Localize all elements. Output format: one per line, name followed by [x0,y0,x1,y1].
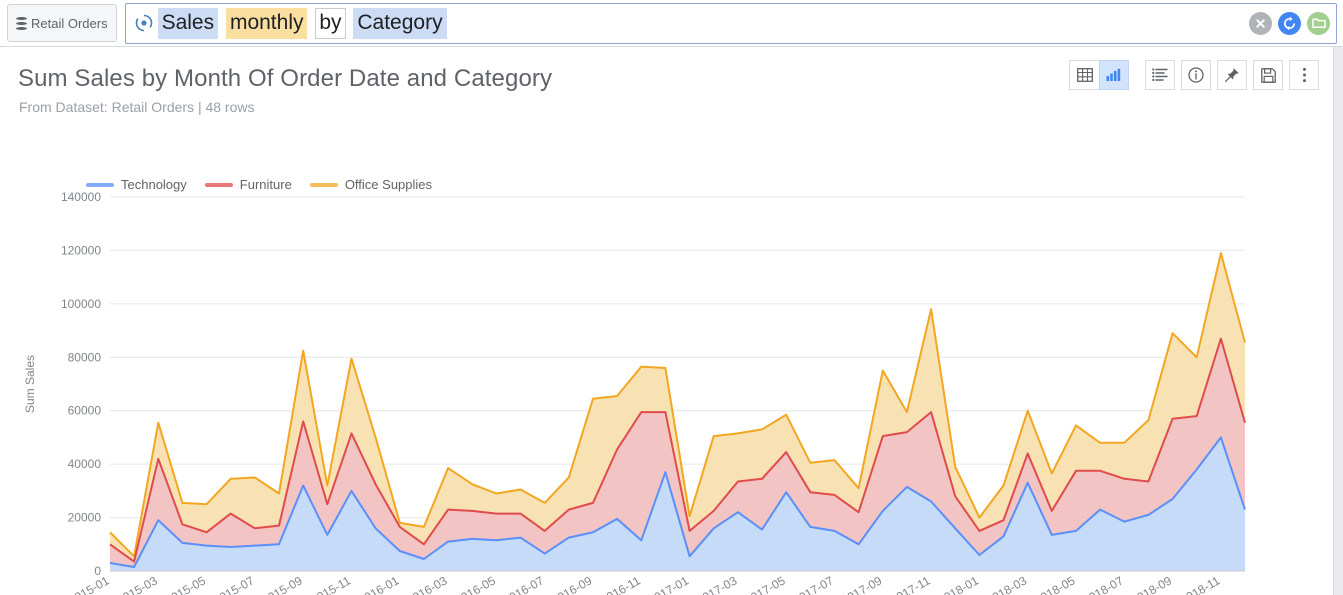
token-space-2 [346,8,354,38]
details-button[interactable] [1145,60,1175,90]
x-tick-label: 2017-01 [646,573,691,595]
query-token-1[interactable]: monthly [226,8,308,39]
chart-area: TechnologyFurnitureOffice Supplies 02000… [0,107,1333,595]
query-token-0[interactable]: Sales [158,8,219,39]
x-tick-label: 2017-05 [743,573,788,595]
close-icon[interactable] [1249,12,1272,35]
x-tick-label: 2016-01 [356,573,401,595]
legend-label: Office Supplies [345,177,432,192]
y-tick-label: 60000 [68,404,102,418]
x-tick-label: 2018-07 [1081,573,1126,595]
x-tick-label: 2016-07 [501,573,546,595]
y-tick-label: 40000 [68,457,102,471]
x-tick-label: 2016-03 [404,573,449,595]
x-tick-label: 2018-03 [984,573,1029,595]
x-tick-label: 2017-03 [694,573,739,595]
top-search-bar: Retail Orders Sales monthly by Category [0,0,1343,47]
y-tick-label: 100000 [61,297,101,311]
x-tick-label: 2015-11 [309,573,354,595]
x-tick-label: 2017-11 [888,573,933,595]
x-tick-label: 2016-09 [549,573,594,595]
refresh-icon[interactable] [1278,12,1301,35]
dataset-chip-label: Retail Orders [31,16,108,31]
search-input[interactable]: Sales monthly by Category [125,3,1337,44]
folder-icon[interactable] [1307,12,1330,35]
page-title: Sum Sales by Month Of Order Date and Cat… [18,65,552,93]
legend-swatch-icon [86,183,114,187]
database-icon [16,17,27,30]
legend-label: Furniture [240,177,292,192]
right-gutter [1333,47,1343,595]
x-tick-label: 2015-01 [66,573,111,595]
token-space-1 [307,8,315,38]
x-tick-label: 2015-07 [211,573,256,595]
query-token-3[interactable]: Category [353,8,446,39]
chart-view-button[interactable] [1099,60,1129,90]
y-tick-label: 80000 [68,350,102,364]
x-tick-label: 2018-05 [1032,573,1077,595]
x-tick-label: 2018-01 [936,573,981,595]
x-tick-label: 2017-07 [791,573,836,595]
x-tick-label: 2018-09 [1129,573,1174,595]
info-circle-icon [1188,67,1204,83]
pin-button[interactable] [1217,60,1247,90]
x-tick-label: 2018-11 [1178,573,1223,595]
list-details-icon [1152,68,1168,82]
view-toggle-group [1069,60,1129,90]
query-token-2[interactable]: by [315,8,345,39]
lens-search-icon [134,13,154,33]
token-space-0 [218,8,226,38]
dataset-chip-button[interactable]: Retail Orders [7,4,117,42]
legend-swatch-icon [205,183,233,187]
y-tick-label: 120000 [61,243,101,257]
x-tick-label: 2015-03 [115,573,160,595]
visualization-card: Sum Sales by Month Of Order Date and Cat… [0,47,1333,595]
card-header: Sum Sales by Month Of Order Date and Cat… [0,47,1333,107]
card-toolbar [1069,60,1319,90]
x-tick-label: 2015-05 [163,573,208,595]
table-view-button[interactable] [1069,60,1099,90]
info-button[interactable] [1181,60,1211,90]
kebab-menu-icon [1302,67,1307,83]
x-tick-label: 2016-05 [453,573,498,595]
legend-item-furniture[interactable]: Furniture [205,177,292,192]
chart-legend: Technology Furniture Office Supplies [86,177,432,192]
legend-swatch-icon [310,183,338,187]
y-tick-label: 20000 [68,511,102,525]
search-query-tokens[interactable]: Sales monthly by Category [134,8,1243,39]
legend-item-office-supplies[interactable]: Office Supplies [310,177,432,192]
table-icon [1077,68,1093,82]
legend-item-technology[interactable]: Technology [86,177,187,192]
more-options-button[interactable] [1289,60,1319,90]
legend-label: Technology [121,177,187,192]
y-tick-label: 140000 [61,190,101,204]
x-tick-label: 2017-09 [839,573,884,595]
floppy-save-icon [1261,68,1276,83]
y-axis-title: Sum Sales [23,355,37,413]
bar-chart-icon [1106,68,1122,82]
x-tick-label: 2016-11 [598,573,643,595]
x-tick-label: 2015-09 [260,573,305,595]
pin-icon [1224,67,1240,83]
save-button[interactable] [1253,60,1283,90]
